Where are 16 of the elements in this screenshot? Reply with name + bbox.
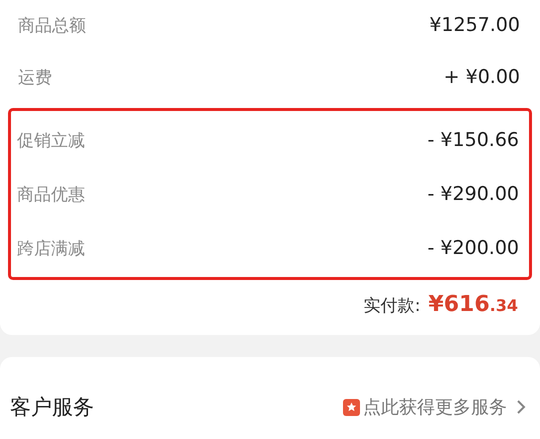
price-value: - ¥200.00 xyxy=(428,237,519,259)
section-title: 客户服务 xyxy=(10,394,94,421)
price-label: 跨店满减 xyxy=(17,238,85,260)
price-value: ¥1257.00 xyxy=(429,14,520,36)
star-badge-icon xyxy=(343,398,360,416)
more-services-link[interactable]: 点此获得更多服务 xyxy=(343,395,526,419)
price-value: - ¥290.00 xyxy=(428,183,519,205)
price-label: 促销立减 xyxy=(17,130,85,152)
price-value: + ¥0.00 xyxy=(444,66,520,88)
total-amount: ¥616.34 xyxy=(428,292,518,317)
total-label: 实付款: xyxy=(364,295,420,317)
price-value: - ¥150.66 xyxy=(428,129,519,151)
chevron-right-icon xyxy=(516,399,526,415)
price-label: 商品总额 xyxy=(18,14,86,36)
price-label: 运费 xyxy=(18,66,52,88)
price-label: 商品优惠 xyxy=(17,184,85,206)
